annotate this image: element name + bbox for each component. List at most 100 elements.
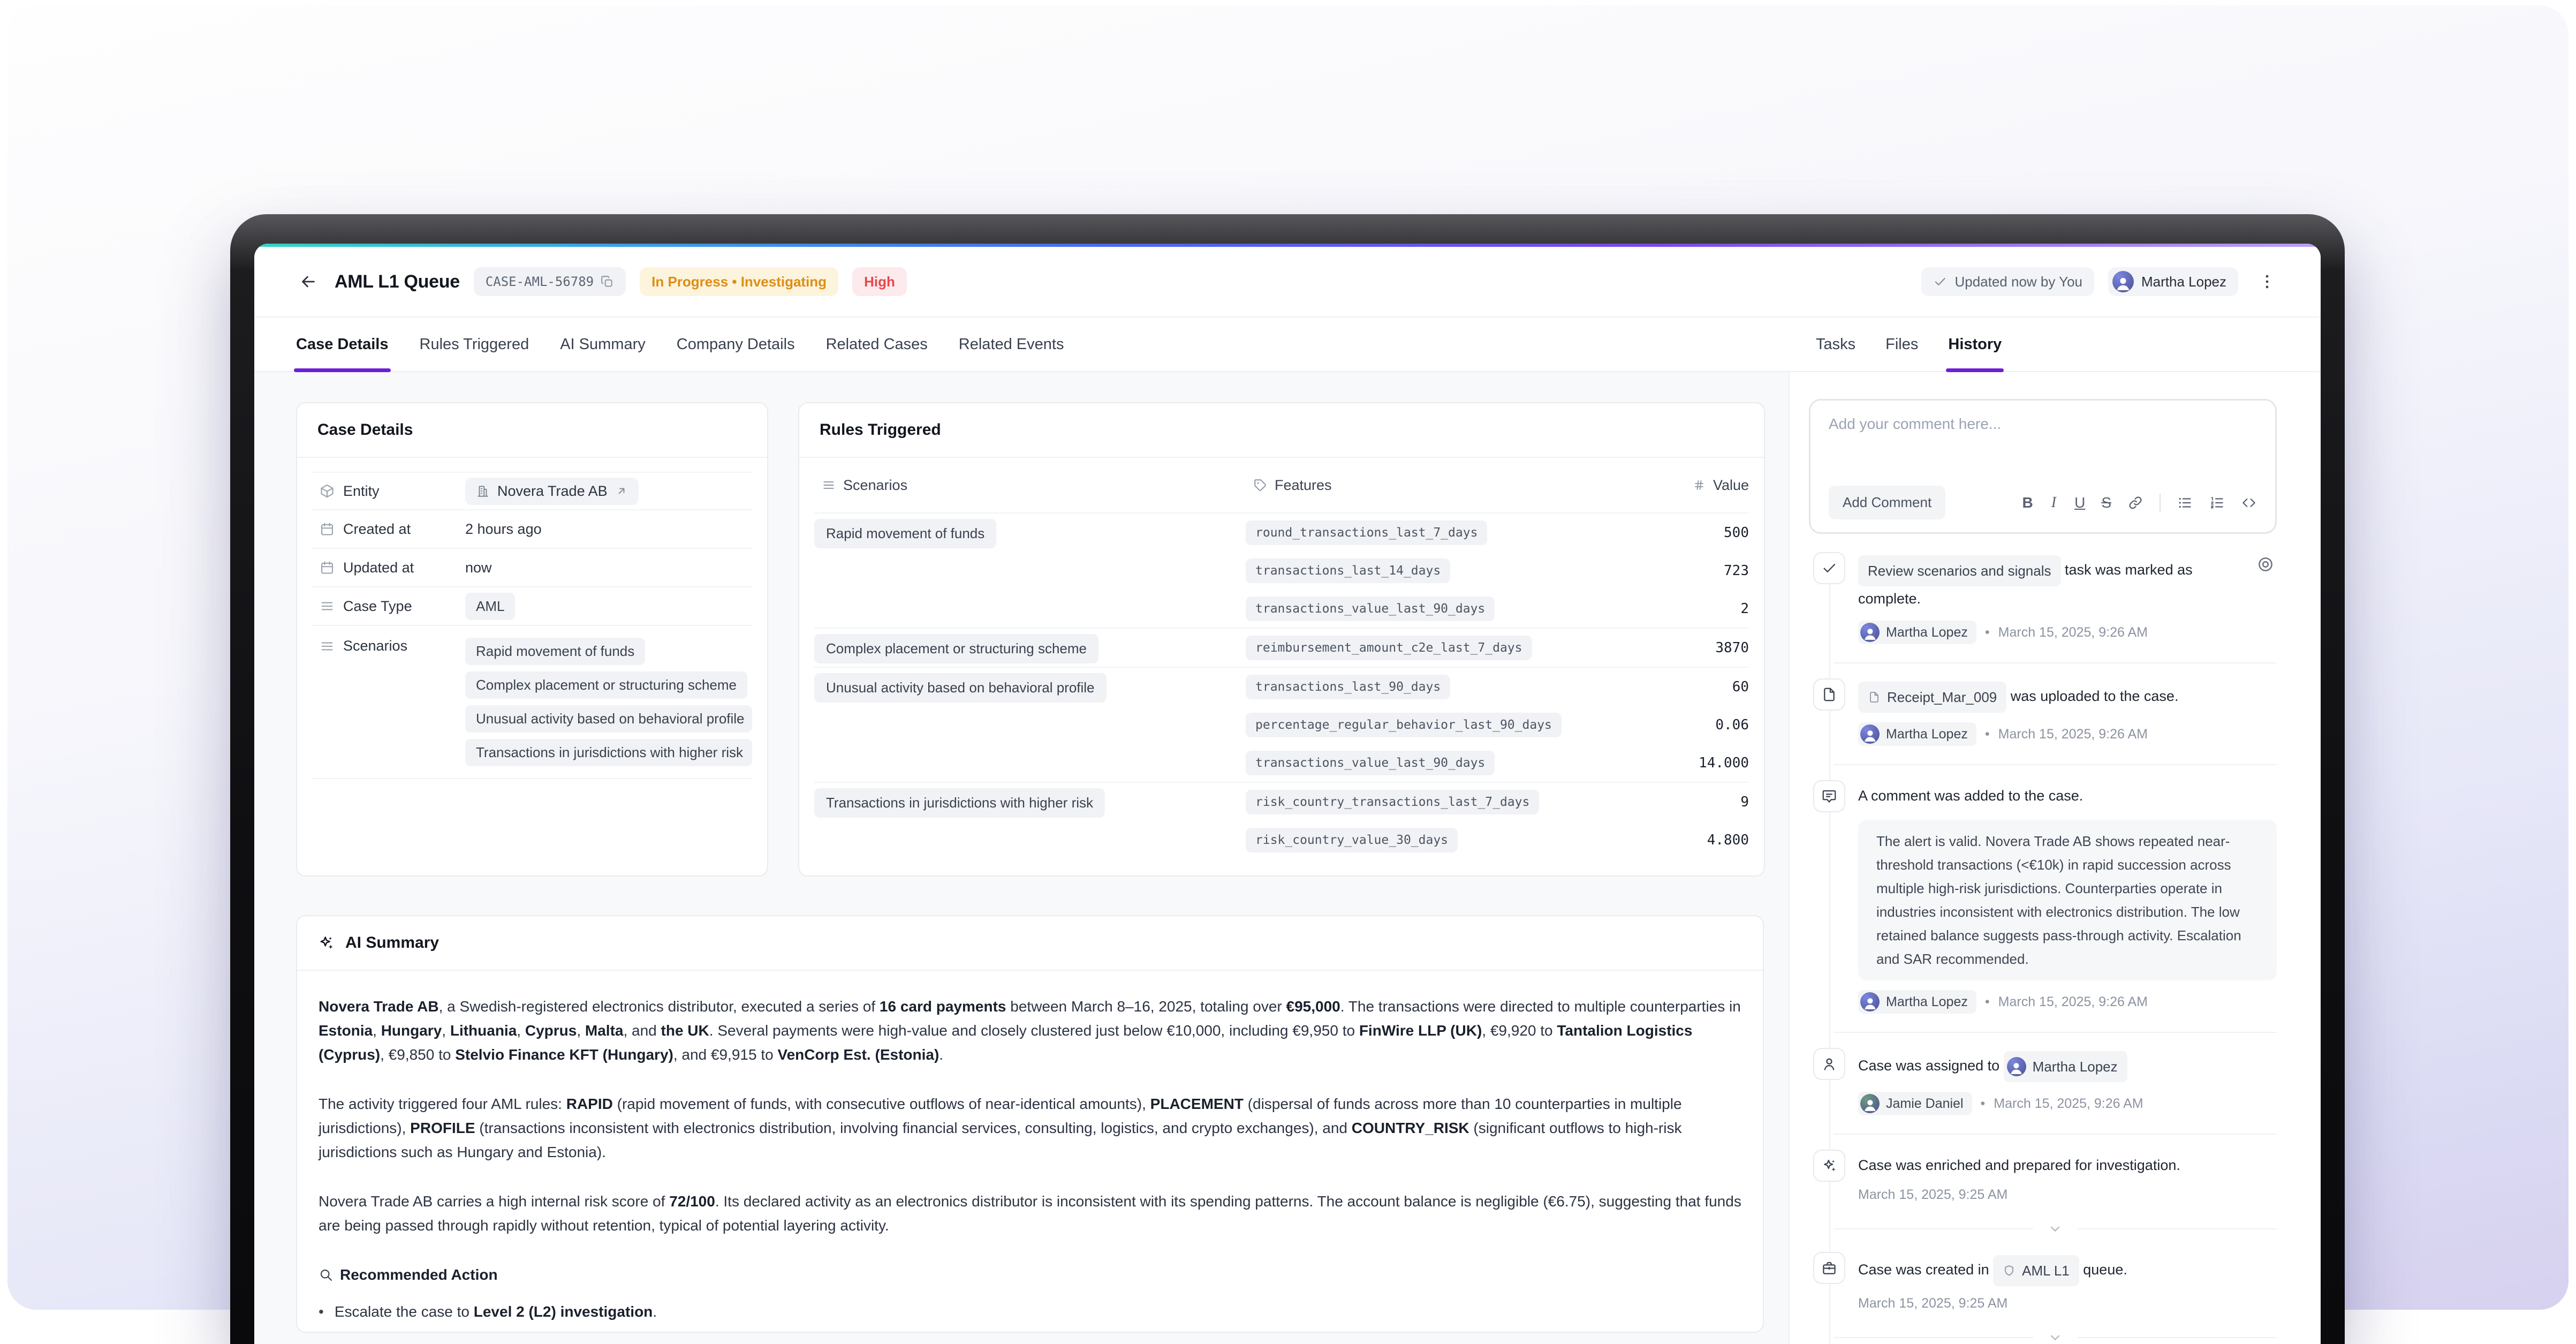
tag-icon [1253,478,1267,492]
feature-value: 4.800 [1653,821,1749,859]
sparkles-icon [317,934,335,952]
dots-vertical-icon[interactable] [2258,273,2276,291]
feature-pill: transactions_last_14_days [1246,558,1450,583]
side-tab-tasks[interactable]: Tasks [1816,318,1855,371]
scenario-tag: Transactions in jurisdictions with highe… [465,739,752,766]
underline-icon[interactable]: U [2074,495,2085,510]
history-divider [1833,764,2277,765]
column-value-label: Value [1713,477,1749,494]
bullet-list-icon[interactable] [2177,495,2193,511]
check-icon [1821,560,1837,576]
shield-icon [2003,1264,2016,1277]
avatar [1860,623,1880,642]
link-icon[interactable] [2127,495,2143,511]
add-comment-button[interactable]: Add Comment [1829,486,1945,519]
column-scenarios-label: Scenarios [843,477,907,494]
briefcase-icon [1821,1260,1837,1276]
case-details-rows: Entity Novera Trade ABCreated at 2 hours… [297,458,767,779]
comment-input[interactable] [1829,416,2257,486]
case-id-pill[interactable]: CASE-AML-56789 [474,267,626,296]
timestamp: March 15, 2025, 9:25 AM [1858,1187,2007,1203]
timestamp: March 15, 2025, 9:26 AM [1998,994,2148,1010]
strikethrough-icon[interactable]: S [2101,495,2111,510]
briefcase-icon [1813,1252,1845,1284]
ordered-list-icon[interactable] [2209,495,2225,511]
bullet-list-icon[interactable] [2177,495,2193,511]
comment-icon [1813,780,1845,812]
rules-table: Scenarios Features Value [799,458,1764,859]
assignee-name: Martha Lopez [2141,274,2226,290]
chevron-down-icon[interactable] [2047,1221,2063,1237]
side-tab-history[interactable]: History [1948,318,2002,371]
history-item: Case was enriched and prepared for inves… [1809,1153,2277,1203]
code-icon[interactable] [2241,495,2257,511]
history-item: Review scenarios and signals task was ma… [1809,555,2277,644]
scenario-pill: Complex placement or structuring scheme [814,634,1098,663]
assignee-pill[interactable]: Martha Lopez [2108,267,2238,296]
timestamp: March 15, 2025, 9:26 AM [1998,625,2148,640]
hash-icon [1693,479,1706,492]
arrow-left-icon[interactable] [299,272,318,291]
status-pill[interactable]: In Progress • Investigating [640,267,838,296]
case-type-tag: AML [465,593,515,620]
avatar [1860,1094,1880,1113]
bold-icon[interactable]: B [2022,495,2033,510]
target-icon[interactable] [2256,555,2275,573]
feature-row: risk_country_value_30_days [1246,821,1653,859]
code-icon[interactable] [2241,495,2257,511]
entity-link[interactable]: Novera Trade AB [465,478,639,505]
feature-value: 2 [1653,590,1749,628]
more-menu-button[interactable] [2255,270,2279,293]
user-pill[interactable]: Martha Lopez [2004,1051,2127,1082]
feature-row: reimbursement_amount_c2e_last_7_days [1246,629,1653,667]
tab-case-details[interactable]: Case Details [296,318,389,371]
tab-rules-triggered[interactable]: Rules Triggered [420,318,529,371]
tab-company-details[interactable]: Company Details [677,318,795,371]
copy-icon[interactable] [600,275,614,289]
detail-label: Case Type [312,598,465,615]
package-icon [320,484,335,499]
user-icon [1821,1056,1837,1072]
copy-icon[interactable] [600,275,614,289]
desktop: { "colors": { "accent_purple": "#6d1fd6"… [0,0,2576,1313]
page-title: AML L1 Queue [335,271,460,292]
priority-badge[interactable]: High [852,267,907,296]
file-pill[interactable]: Receipt_Mar_009 [1858,682,2006,713]
queue-pill[interactable]: AML L1 [1993,1255,2079,1286]
avatar [2007,1057,2026,1076]
italic-icon[interactable]: I [2049,495,2058,510]
sparkles-icon [1821,1158,1837,1174]
scenario-tags: Rapid movement of fundsComplex placement… [465,638,752,766]
side-tab-files[interactable]: Files [1885,318,1918,371]
collapsed-events-divider[interactable] [1833,1221,2277,1237]
tab-ai-summary[interactable]: AI Summary [560,318,646,371]
ai-paragraphs: Novera Trade AB, a Swedish-registered el… [319,994,1741,1237]
tab-related-cases[interactable]: Related Cases [826,318,928,371]
task-pill[interactable]: Review scenarios and signals [1858,555,2061,586]
updated-label: Updated now by You [1954,274,2082,290]
rules-title: Rules Triggered [799,403,1764,458]
calendar-icon [320,560,335,575]
tab-related-events[interactable]: Related Events [959,318,1064,371]
scenario-pill: Transactions in jurisdictions with highe… [814,788,1105,818]
tab-bar: Case Details Rules Triggered AI Summary Com… [254,318,2321,372]
feature-value: 3870 [1653,629,1749,667]
back-button[interactable] [296,269,321,294]
file-icon [1813,678,1845,711]
user-icon [1813,1048,1845,1080]
link-icon[interactable] [2127,495,2143,511]
chevron-down-icon[interactable] [2047,1221,2063,1237]
ai-paragraph: The activity triggered four AML rules: R… [319,1092,1741,1164]
rules-triggered-card: Rules Triggered Scenarios Features [798,402,1765,877]
ordered-list-icon[interactable] [2209,495,2225,511]
sparkles-icon [1813,1150,1845,1182]
target-icon[interactable] [2256,555,2275,573]
chevron-down-icon[interactable] [2047,1330,2063,1344]
scenario-tag: Unusual activity based on behavioral pro… [465,705,752,733]
ai-summary-head: AI Summary [297,916,1763,971]
collapsed-events-divider[interactable] [1833,1330,2277,1344]
feature-row: transactions_last_90_days [1246,668,1653,706]
chevron-down-icon[interactable] [2047,1330,2063,1344]
scenario-tag: Complex placement or structuring scheme [465,671,747,699]
rule-group: Rapid movement of funds round_transactio… [814,512,1749,628]
